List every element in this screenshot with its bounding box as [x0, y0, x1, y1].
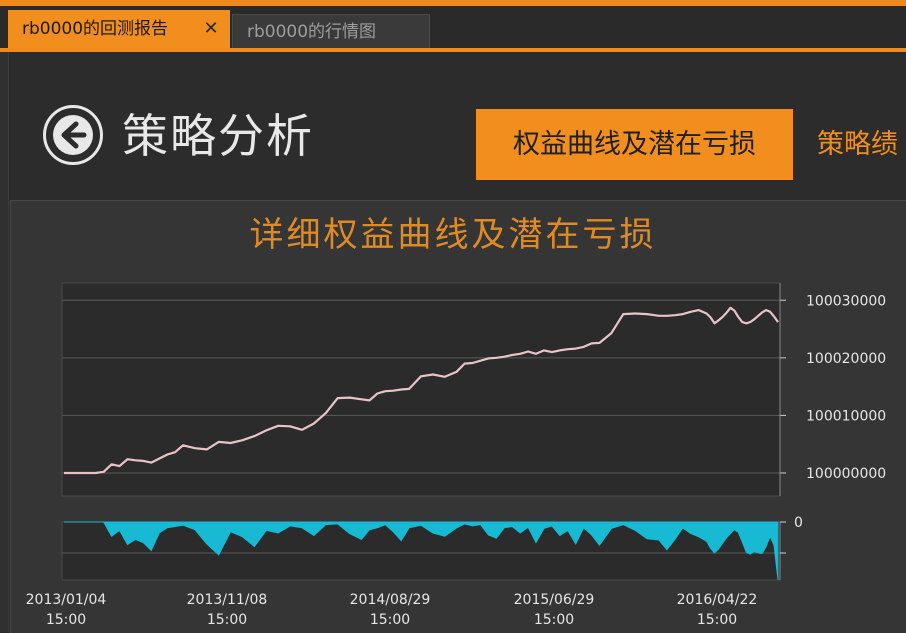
equity-y-tick-label: 100020000	[806, 351, 886, 367]
x-axis-time-label: 15:00	[697, 612, 737, 628]
x-axis-date-label: 2013/11/08	[187, 592, 268, 608]
x-axis-time-label: 15:00	[207, 612, 247, 628]
x-axis-time-label: 15:00	[534, 612, 574, 628]
x-axis-date-label: 2016/04/22	[677, 592, 758, 608]
x-axis-date-label: 2014/08/29	[350, 592, 431, 608]
x-axis-date-label: 2013/01/04	[26, 592, 107, 608]
equity-y-tick-label: 100010000	[806, 408, 886, 424]
equity-drawdown-chart: 100000000 100010000 100020000 100030000 0 201…	[26, 282, 886, 628]
drawdown-y-tick-label: 0	[794, 515, 803, 531]
x-axis-time-label: 15:00	[46, 612, 86, 628]
x-axis-time-label: 15:00	[370, 612, 410, 628]
equity-y-tick-label: 100030000	[806, 293, 886, 309]
equity-y-tick-label: 100000000	[806, 466, 886, 482]
x-axis-date-label: 2015/06/29	[514, 592, 595, 608]
